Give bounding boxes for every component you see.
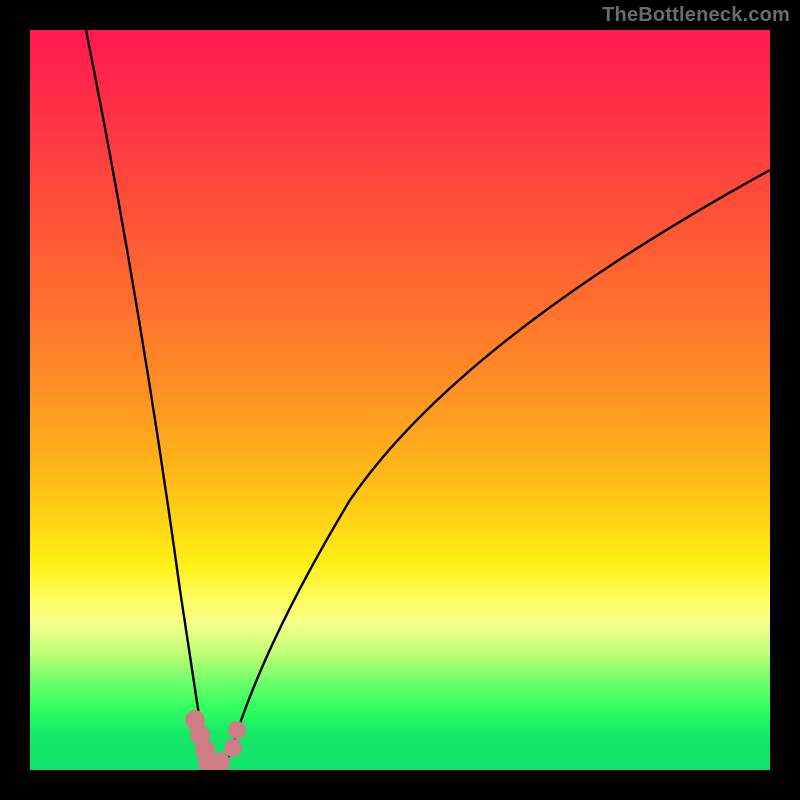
watermark-text: TheBottleneck.com [602,4,790,27]
curve-right [230,170,770,755]
chart-stage: TheBottleneck.com [0,0,800,800]
curve-left [86,30,205,755]
marker-dot [228,721,246,739]
curves-svg [30,30,770,770]
plot-area [30,30,770,770]
marker-dot [224,739,242,757]
